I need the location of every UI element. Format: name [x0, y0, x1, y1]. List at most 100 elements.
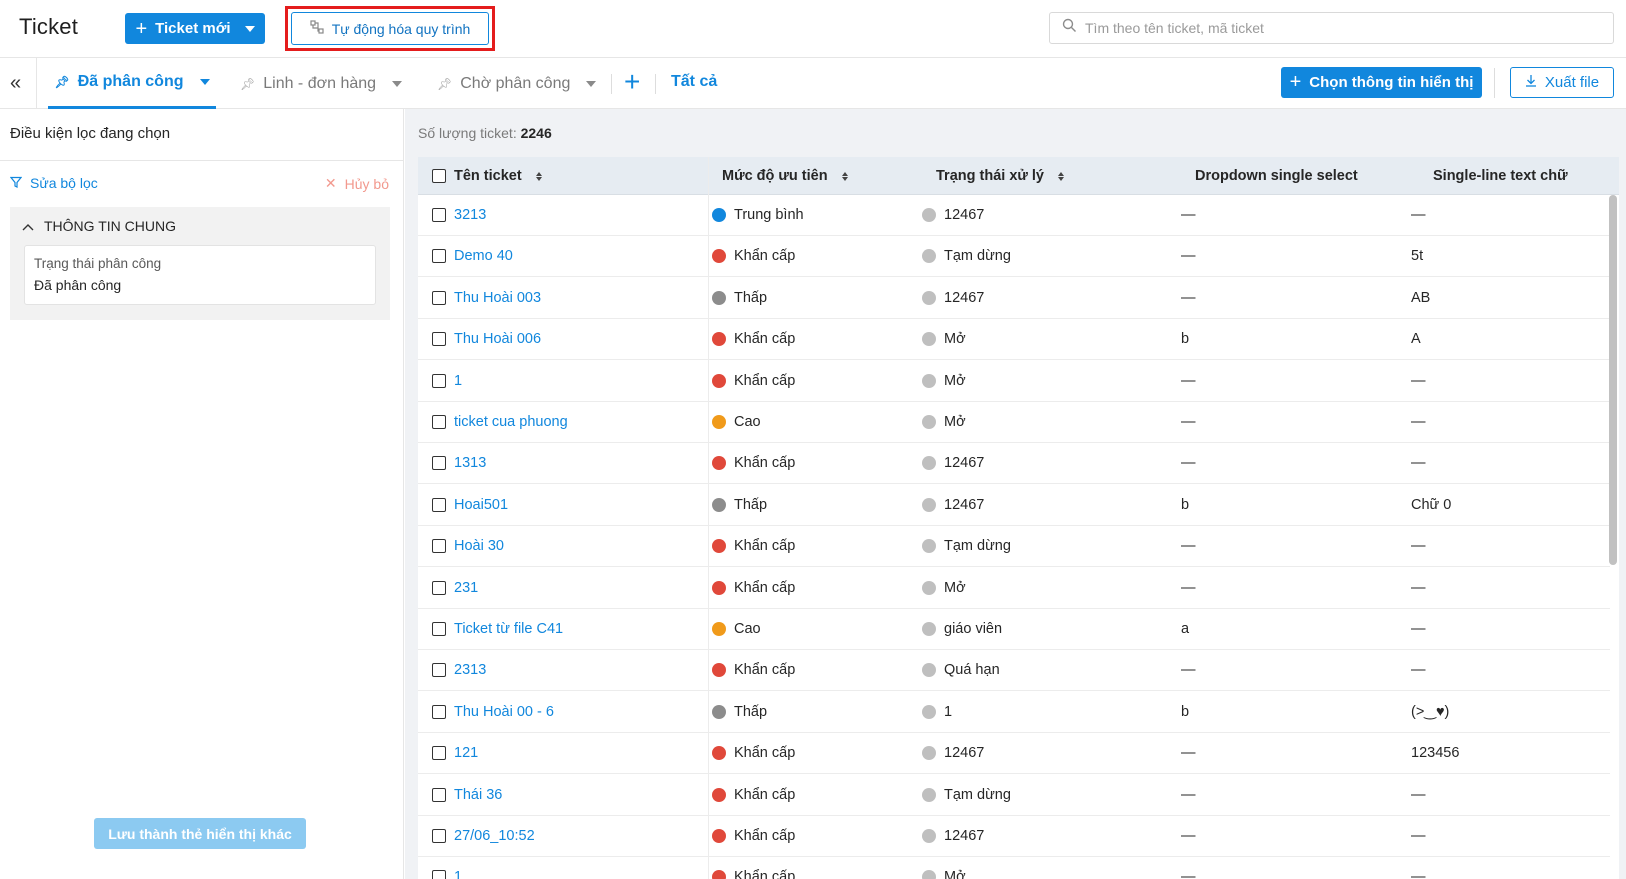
cell-ticket-name-text[interactable]: 3213	[454, 207, 486, 223]
cell-text-text: Chữ 0	[1411, 496, 1452, 513]
tab-all[interactable]: Tất cả	[671, 73, 717, 91]
row-checkbox[interactable]	[432, 373, 446, 388]
priority-dot-icon	[712, 208, 726, 222]
table-row[interactable]: 3213 Trung bình 12467 — —	[418, 195, 1610, 236]
pin-icon: 📌︎	[240, 76, 256, 91]
new-ticket-button[interactable]: + Ticket mới	[125, 13, 265, 44]
table-row[interactable]: Demo 40 Khẩn cấp Tạm dừng — 5t	[418, 236, 1610, 278]
table-row[interactable]: Thu Hoài 00 - 6 Thấp 1 b (>‿♥)	[418, 692, 1610, 733]
table-row[interactable]: 27/06_10:52 Khẩn cấp 12467 — —	[418, 816, 1610, 857]
table-row[interactable]: ticket cua phuong Cao Mở — —	[418, 402, 1610, 443]
row-checkbox[interactable]	[432, 870, 446, 879]
cell-ticket-name[interactable]: 2313	[432, 650, 486, 690]
row-checkbox[interactable]	[432, 290, 446, 305]
table-row[interactable]: Thu Hoài 006 Khẩn cấp Mở b A	[418, 319, 1610, 361]
table-row[interactable]: 2313 Khẩn cấp Quá hạn — —	[418, 650, 1610, 692]
cell-ticket-name[interactable]: ticket cua phuong	[432, 402, 568, 442]
cell-status: Mở	[922, 568, 966, 608]
cell-ticket-name[interactable]: Demo 40	[432, 236, 513, 276]
collapse-sidebar-icon[interactable]: «	[10, 72, 21, 95]
header-status[interactable]: Trạng thái xử lý	[936, 157, 1064, 195]
row-checkbox[interactable]	[432, 829, 446, 843]
search-input[interactable]	[1085, 20, 1605, 36]
row-checkbox[interactable]	[432, 746, 446, 761]
cell-dropdown: —	[1181, 443, 1196, 483]
row-checkbox[interactable]	[432, 249, 446, 264]
cell-priority-text: Thấp	[734, 289, 768, 306]
group-header[interactable]: THÔNG TIN CHUNG	[22, 218, 176, 234]
row-checkbox[interactable]	[432, 332, 446, 347]
cell-ticket-name-text[interactable]: ticket cua phuong	[454, 414, 568, 430]
cell-ticket-name[interactable]: 231	[432, 568, 478, 608]
row-checkbox[interactable]	[432, 539, 446, 554]
table-row[interactable]: Thái 36 Khẩn cấp Tạm dừng — —	[418, 775, 1610, 816]
table-row[interactable]: Ticket từ file C41 Cao giáo viên a —	[418, 609, 1610, 650]
cell-ticket-name-text[interactable]: Thu Hoài 006	[454, 331, 541, 347]
cell-ticket-name-text[interactable]: 1	[454, 373, 462, 389]
tab-linh-don-hang[interactable]: 📌︎ Linh - đơn hàng	[240, 58, 403, 109]
cell-ticket-name[interactable]: Hoài 30	[432, 526, 504, 566]
cell-ticket-name-text[interactable]: 27/06_10:52	[454, 828, 535, 844]
cell-ticket-name-text[interactable]: Ticket từ file C41	[454, 621, 563, 637]
cell-ticket-name[interactable]: Thu Hoài 006	[432, 319, 541, 359]
cell-ticket-name-text[interactable]: Demo 40	[454, 248, 513, 264]
select-all-checkbox[interactable]	[432, 169, 446, 183]
cell-ticket-name-text[interactable]: 1	[454, 869, 462, 879]
cell-ticket-name-text[interactable]: Hoai501	[454, 497, 508, 513]
cell-text: Chữ 0	[1411, 485, 1451, 525]
filter-card[interactable]: Trạng thái phân công Đã phân công	[24, 245, 376, 305]
export-button[interactable]: Xuất file	[1510, 67, 1614, 98]
cell-ticket-name[interactable]: Ticket từ file C41	[432, 609, 563, 649]
cell-ticket-name[interactable]: Thái 36	[432, 775, 502, 815]
tab-da-phan-cong[interactable]: 📌︎ Đã phân công	[48, 58, 216, 109]
row-checkbox[interactable]	[432, 663, 446, 678]
table-row[interactable]: Hoài 30 Khẩn cấp Tạm dừng — —	[418, 526, 1610, 568]
row-checkbox[interactable]	[432, 456, 446, 471]
cell-ticket-name-text[interactable]: Thái 36	[454, 787, 502, 803]
row-checkbox[interactable]	[432, 415, 446, 429]
cell-ticket-name[interactable]: Hoai501	[432, 485, 508, 525]
save-view-button[interactable]: Lưu thành thẻ hiển thị khác	[94, 818, 306, 849]
header-ticket-name[interactable]: Tên ticket	[432, 157, 542, 195]
cell-ticket-name-text[interactable]: 2313	[454, 662, 486, 678]
row-checkbox[interactable]	[432, 704, 446, 719]
search-box[interactable]	[1049, 12, 1614, 44]
automation-button[interactable]: Tự động hóa quy trình	[291, 12, 489, 45]
cell-ticket-name-text[interactable]: 121	[454, 745, 478, 761]
edit-filter-link[interactable]: Sửa bộ lọc	[9, 175, 98, 191]
cell-ticket-name[interactable]: 27/06_10:52	[432, 816, 535, 856]
scrollbar[interactable]	[1609, 195, 1617, 565]
table-row[interactable]: Thu Hoài 003 Thấp 12467 — AB	[418, 278, 1610, 319]
cell-ticket-name[interactable]: 3213	[432, 195, 486, 235]
cell-ticket-name-text[interactable]: 231	[454, 580, 478, 596]
row-checkbox[interactable]	[432, 497, 446, 512]
table-row[interactable]: 121 Khẩn cấp 12467 — 123456	[418, 733, 1610, 775]
cancel-filter-link[interactable]: ✕ Hủy bỏ	[325, 175, 389, 192]
add-tab-icon[interactable]: +	[624, 66, 640, 98]
cell-ticket-name[interactable]: Thu Hoài 003	[432, 278, 541, 318]
cell-ticket-name-text[interactable]: Thu Hoài 003	[454, 290, 541, 306]
table-row[interactable]: Hoai501 Thấp 12467 b Chữ 0	[418, 485, 1610, 526]
cell-ticket-name-text[interactable]: Thu Hoài 00 - 6	[454, 704, 554, 720]
row-checkbox[interactable]	[432, 580, 446, 595]
table-row[interactable]: 1313 Khẩn cấp 12467 — —	[418, 443, 1610, 485]
cell-ticket-name[interactable]: 1313	[432, 443, 486, 483]
row-checkbox[interactable]	[432, 622, 446, 636]
cell-ticket-name-text[interactable]: 1313	[454, 455, 486, 471]
table-row[interactable]: 231 Khẩn cấp Mở — —	[418, 568, 1610, 609]
row-checkbox[interactable]	[432, 787, 446, 802]
cell-ticket-name-text[interactable]: Hoài 30	[454, 538, 504, 554]
cell-ticket-name[interactable]: 1	[432, 361, 462, 401]
sort-icon[interactable]	[1058, 171, 1064, 181]
sort-icon[interactable]	[535, 171, 542, 181]
cell-ticket-name[interactable]: 1	[432, 857, 462, 879]
cell-ticket-name[interactable]: Thu Hoài 00 - 6	[432, 692, 554, 732]
row-checkbox[interactable]	[432, 208, 446, 222]
choose-display-button[interactable]: + Chọn thông tin hiển thị	[1281, 67, 1482, 98]
table-row[interactable]: 1 Khẩn cấp Mở — —	[418, 857, 1610, 879]
tab-cho-phan-cong[interactable]: 📌︎ Chờ phân công	[437, 58, 597, 109]
table-row[interactable]: 1 Khẩn cấp Mở — —	[418, 361, 1610, 402]
sort-icon[interactable]	[841, 171, 848, 181]
header-priority[interactable]: Mức độ ưu tiên	[722, 157, 848, 195]
cell-ticket-name[interactable]: 121	[432, 733, 478, 773]
